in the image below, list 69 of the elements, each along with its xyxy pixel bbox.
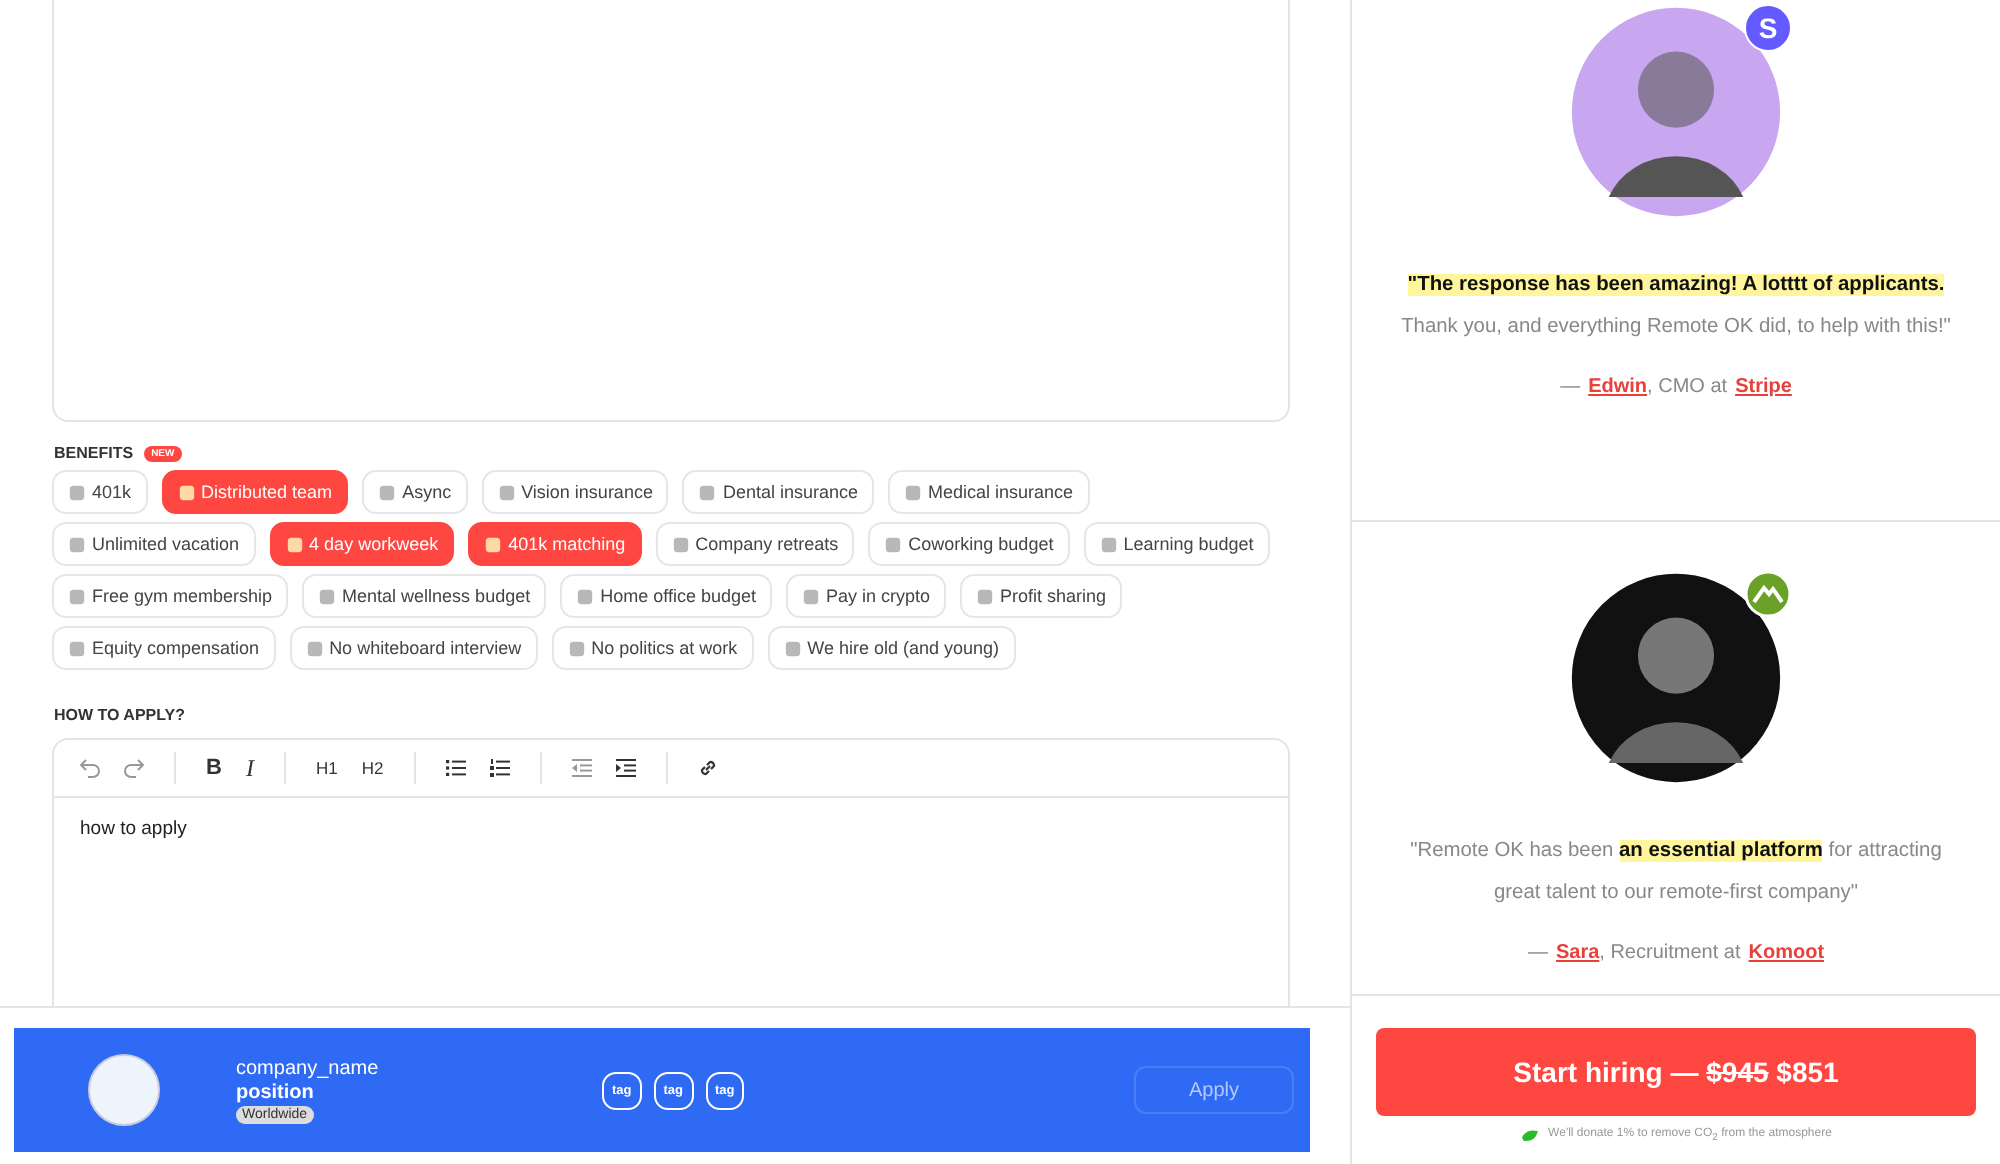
author-dash: — <box>1560 376 1581 398</box>
bullet-list-icon[interactable] <box>443 756 468 780</box>
emoji-icon <box>177 483 196 501</box>
outdent-icon[interactable] <box>569 756 594 780</box>
emoji-icon <box>68 639 86 657</box>
benefit-chip[interactable]: Equity compensation <box>52 626 276 670</box>
benefit-chip[interactable]: Mental wellness budget <box>302 574 547 618</box>
benefit-chip[interactable]: We hire old (and young) <box>767 626 1016 670</box>
emoji-icon <box>567 639 586 657</box>
emoji-icon <box>318 587 337 605</box>
company-name: company_name <box>236 1057 379 1079</box>
logo-placeholder <box>88 1054 160 1126</box>
editor-text: how to apply <box>80 818 187 840</box>
benefit-chip[interactable]: 401k <box>52 470 148 514</box>
indent-icon[interactable] <box>613 756 638 780</box>
link-icon[interactable] <box>695 756 720 780</box>
emoji-icon <box>904 483 922 501</box>
benefit-chip[interactable]: Free gym membership <box>52 574 289 618</box>
benefit-chip[interactable]: Learning budget <box>1083 522 1270 566</box>
company-link[interactable]: Komoot <box>1748 942 1825 964</box>
format-button[interactable]: H2 <box>351 758 394 778</box>
emoji-icon <box>484 535 503 553</box>
benefit-chip[interactable]: Coworking budget <box>868 522 1070 566</box>
emoji-icon <box>576 587 595 605</box>
position-title: position <box>236 1081 314 1103</box>
description-field[interactable] <box>52 0 1290 422</box>
emoji-icon <box>884 535 903 553</box>
benefit-chip[interactable]: Dental insurance <box>682 470 874 514</box>
format-button[interactable]: H1 <box>305 758 348 778</box>
author-role: , Recruitment at <box>1599 942 1741 964</box>
emoji-icon <box>783 639 802 657</box>
emoji-icon <box>68 535 86 553</box>
benefit-chip[interactable]: Async <box>362 470 468 514</box>
emoji-icon <box>285 535 304 553</box>
benefit-chip[interactable]: No whiteboard interview <box>289 626 538 670</box>
emoji-icon <box>68 587 86 605</box>
company-badge: S <box>1744 4 1792 52</box>
benefit-chip[interactable]: No politics at work <box>551 626 754 670</box>
testimonial-quote: "Remote OK has been an essential platform for attracting great talent to our remote-first company" <box>1408 838 1944 908</box>
benefit-chip[interactable]: Vision insurance <box>481 470 669 514</box>
leaf-icon <box>1520 1128 1541 1145</box>
benefit-chip[interactable]: Company retreats <box>655 522 855 566</box>
emoji-icon <box>801 587 820 605</box>
author-role: , CMO at <box>1647 376 1728 398</box>
author-link[interactable]: Sara <box>1555 942 1600 964</box>
testimonial-quote: "The response has been amazing! A lotttt of applicants. Thank you, and everything Remote OK did, to help with this!" <box>1399 272 1953 342</box>
emoji-icon <box>378 483 397 501</box>
emoji-icon <box>305 639 324 657</box>
emoji-icon <box>497 483 516 501</box>
emoji-icon <box>976 587 995 605</box>
format-button[interactable]: B <box>196 756 232 780</box>
benefit-chip[interactable]: Unlimited vacation <box>52 522 256 566</box>
section-label: BENEFITS <box>54 444 134 462</box>
redo-icon[interactable] <box>122 756 146 780</box>
emoji-icon <box>1099 535 1118 553</box>
emoji-icon <box>698 483 717 501</box>
benefit-chip[interactable]: Medical insurance <box>888 470 1090 514</box>
author-link[interactable]: Edwin <box>1588 376 1648 398</box>
company-link[interactable]: Stripe <box>1735 376 1792 398</box>
undo-icon[interactable] <box>78 756 102 780</box>
emoji-icon <box>68 483 86 501</box>
benefit-chip[interactable]: Profit sharing <box>960 574 1123 618</box>
benefit-chip[interactable]: Home office budget <box>560 574 772 618</box>
format-button[interactable]: I <box>235 753 264 783</box>
section-label: HOW TO APPLY? <box>54 706 185 724</box>
author-dash: — <box>1527 942 1548 964</box>
benefit-chip[interactable]: Pay in crypto <box>785 574 947 618</box>
emoji-icon <box>671 535 690 553</box>
numbered-list-icon[interactable] <box>487 756 512 780</box>
